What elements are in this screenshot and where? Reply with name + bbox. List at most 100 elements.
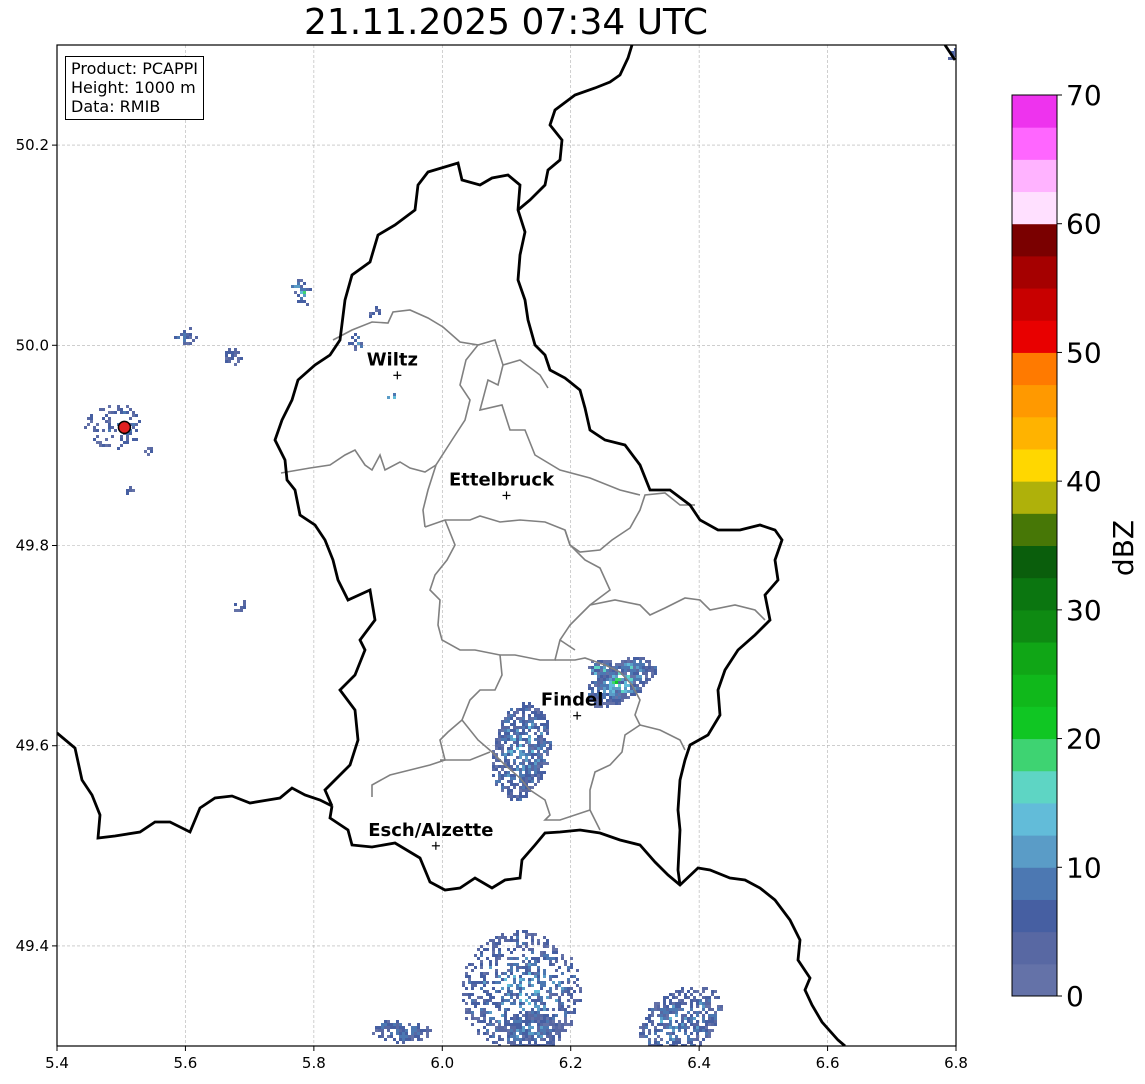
echo-pixel (675, 1002, 678, 1005)
echo-pixel (591, 669, 594, 672)
echo-pixel (552, 1014, 555, 1017)
echo-pixel (549, 990, 552, 993)
echo-pixel (504, 756, 507, 759)
echo-pixel (537, 735, 540, 738)
echo-pixel (546, 762, 549, 765)
echo-pixel (417, 1038, 420, 1041)
echo-pixel (522, 708, 525, 711)
echo-pixel (525, 1032, 528, 1035)
echo-pixel (507, 975, 510, 978)
echo-pixel (549, 744, 552, 747)
echo-pixel (132, 411, 135, 414)
echo-pixel (675, 1026, 678, 1029)
echo-pixel (528, 984, 531, 987)
echo-pixel (528, 726, 531, 729)
echo-pixel (93, 426, 96, 429)
radar-echoes (84, 48, 956, 1056)
echo-pixel (528, 972, 531, 975)
echo-pixel (624, 693, 627, 696)
echo-pixel (531, 948, 534, 951)
echo-pixel (378, 1029, 381, 1032)
echo-pixel (126, 438, 129, 441)
echo-pixel (531, 1032, 534, 1035)
echo-pixel (696, 1011, 699, 1014)
echo-pixel (354, 348, 357, 351)
echo-pixel (111, 426, 114, 429)
echo-pixel (645, 660, 648, 663)
echo-pixel (675, 1020, 678, 1023)
echo-pixel (504, 774, 507, 777)
echo-pixel (537, 774, 540, 777)
echo-pixel (348, 342, 351, 345)
echo-pixel (504, 972, 507, 975)
echo-pixel (537, 726, 540, 729)
echo-pixel (555, 993, 558, 996)
echo-pixel (672, 1050, 675, 1053)
echo-pixel (534, 1020, 537, 1023)
echo-pixel (543, 972, 546, 975)
echo-pixel (642, 684, 645, 687)
echo-pixel (510, 780, 513, 783)
echo-pixel (411, 1026, 414, 1029)
echo-pixel (381, 1029, 384, 1032)
echo-pixel (624, 681, 627, 684)
echo-pixel (234, 609, 237, 612)
echo-pixel (576, 978, 579, 981)
echo-pixel (597, 666, 600, 669)
echo-pixel (480, 981, 483, 984)
echo-pixel (525, 1011, 528, 1014)
echo-pixel (543, 729, 546, 732)
echo-pixel (357, 336, 360, 339)
echo-pixel (675, 1050, 678, 1053)
echo-pixel (531, 768, 534, 771)
echo-pixel (189, 336, 192, 339)
echo-pixel (519, 1002, 522, 1005)
echo-pixel (492, 756, 495, 759)
echo-pixel (564, 963, 567, 966)
echo-pixel (522, 1050, 525, 1053)
echo-pixel (678, 1041, 681, 1044)
colorbar-tick-label: 10 (1066, 851, 1102, 884)
echo-pixel (657, 1023, 660, 1026)
echo-pixel (552, 948, 555, 951)
echo-pixel (684, 1017, 687, 1020)
echo-pixel (471, 1014, 474, 1017)
echo-pixel (387, 396, 390, 399)
echo-pixel (135, 438, 138, 441)
echo-pixel (519, 1023, 522, 1026)
echo-pixel (495, 969, 498, 972)
echo-pixel (468, 1011, 471, 1014)
echo-pixel (567, 999, 570, 1002)
echo-pixel (696, 1023, 699, 1026)
echo-pixel (543, 750, 546, 753)
echo-pixel (516, 1035, 519, 1038)
echo-pixel (501, 933, 504, 936)
echo-pixel (474, 954, 477, 957)
echo-pixel (402, 1029, 405, 1032)
echo-pixel (702, 996, 705, 999)
echo-pixel (684, 1026, 687, 1029)
echo-pixel (423, 1029, 426, 1032)
echo-pixel (714, 1011, 717, 1014)
echo-pixel (624, 669, 627, 672)
echo-pixel (534, 711, 537, 714)
echo-pixel (570, 1011, 573, 1014)
echo-pixel (615, 678, 618, 681)
echo-pixel (681, 1002, 684, 1005)
echo-pixel (540, 1008, 543, 1011)
echo-pixel (681, 1017, 684, 1020)
echo-pixel (513, 732, 516, 735)
echo-pixel (531, 951, 534, 954)
echo-pixel (684, 1032, 687, 1035)
echo-pixel (525, 741, 528, 744)
colorbar-segment (1012, 899, 1057, 933)
echo-pixel (360, 345, 363, 348)
echo-pixel (399, 1032, 402, 1035)
echo-pixel (639, 681, 642, 684)
echo-pixel (564, 1017, 567, 1020)
echo-pixel (522, 942, 525, 945)
echo-pixel (504, 939, 507, 942)
echo-pixel (546, 1026, 549, 1029)
echo-pixel (678, 1053, 681, 1056)
echo-pixel (93, 438, 96, 441)
